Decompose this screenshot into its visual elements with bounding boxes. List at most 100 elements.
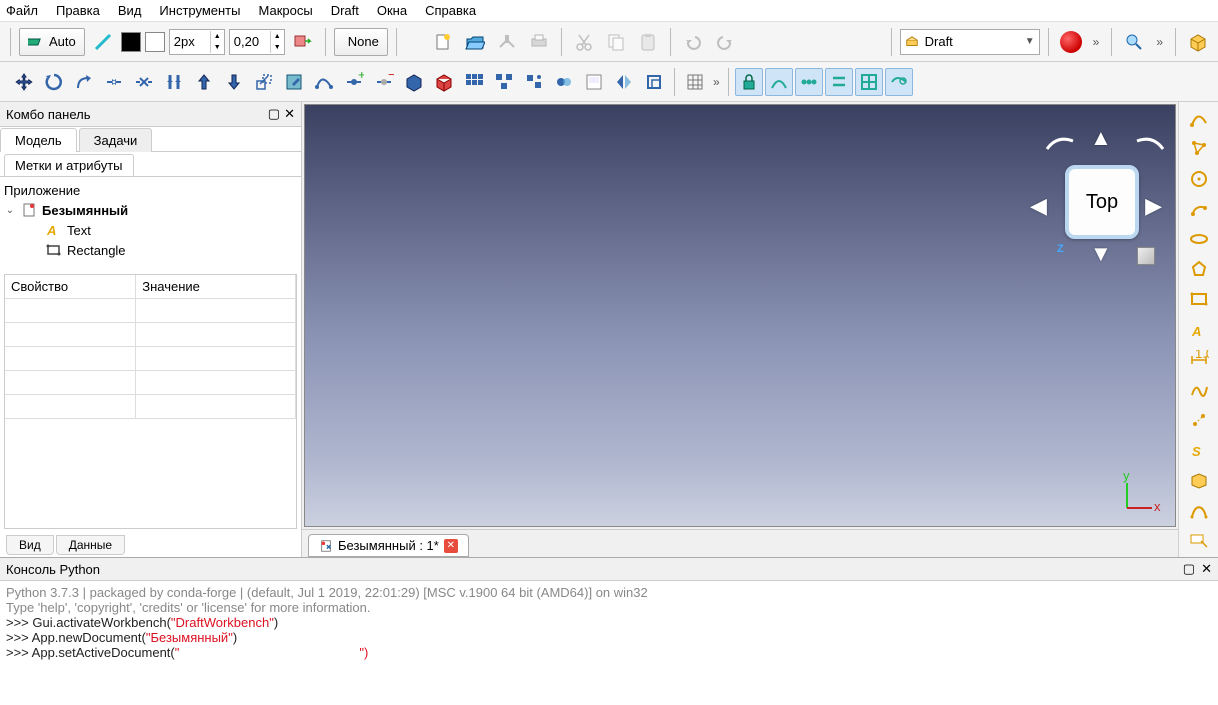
stretch-tool[interactable]: [130, 68, 158, 96]
autogroup-none-button[interactable]: None: [334, 28, 388, 56]
wire-to-bspline[interactable]: [310, 68, 338, 96]
apply-style-button[interactable]: [289, 28, 317, 56]
prop-tab-data[interactable]: Данные: [56, 535, 125, 555]
menu-file[interactable]: Файл: [6, 3, 38, 18]
mini-cube-icon[interactable]: [1137, 247, 1155, 265]
ellipse-tool[interactable]: [1184, 227, 1214, 251]
label-tool[interactable]: [1184, 529, 1214, 553]
font-size-spinner[interactable]: ▲▼: [229, 29, 285, 55]
redo-button[interactable]: [711, 28, 739, 56]
color-line-button[interactable]: [89, 28, 117, 56]
bspline-tool[interactable]: [1184, 378, 1214, 402]
construction-mode-button[interactable]: Auto: [19, 28, 85, 56]
tree-doc-node[interactable]: ⌄ Безымянный: [4, 200, 297, 220]
more-icon[interactable]: »: [1089, 35, 1104, 49]
menu-help[interactable]: Справка: [425, 3, 476, 18]
whats-this-button[interactable]: [1120, 28, 1148, 56]
upgrade-button[interactable]: [190, 68, 218, 96]
tree-item-rectangle[interactable]: Rectangle: [4, 240, 297, 260]
trimex-tool[interactable]: [100, 68, 128, 96]
font-size-input[interactable]: [230, 32, 270, 51]
spin-up[interactable]: ▲: [270, 31, 284, 42]
panel-close-icon[interactable]: ✕: [284, 106, 295, 122]
panel-float-icon[interactable]: ▢: [268, 106, 280, 122]
path-array-tool[interactable]: [490, 68, 518, 96]
nav-arrow-down-icon[interactable]: ▼: [1090, 241, 1112, 267]
snap-grid-toggle[interactable]: [855, 68, 883, 96]
drawing-tool[interactable]: [580, 68, 608, 96]
stretch-tool-2[interactable]: [640, 68, 668, 96]
polygon-tool[interactable]: [1184, 257, 1214, 281]
offset-tool[interactable]: [70, 68, 98, 96]
menu-view[interactable]: Вид: [118, 3, 142, 18]
shape-2d-view[interactable]: [400, 68, 428, 96]
point-array-tool[interactable]: [520, 68, 548, 96]
tree-item-text[interactable]: A Text: [4, 220, 297, 240]
document-tab[interactable]: Безымянный : 1* ✕: [308, 534, 469, 557]
move-tool[interactable]: [10, 68, 38, 96]
rectangle-tool[interactable]: [1184, 287, 1214, 311]
more-icon[interactable]: »: [711, 75, 722, 89]
snap-endpoint-toggle[interactable]: [765, 68, 793, 96]
spin-down[interactable]: ▼: [270, 42, 284, 53]
snap-parallel-toggle[interactable]: [825, 68, 853, 96]
tree-root[interactable]: Приложение: [4, 181, 297, 200]
downgrade-button[interactable]: [220, 68, 248, 96]
facebinder-tool[interactable]: [1184, 468, 1214, 492]
part-box-button[interactable]: [1184, 28, 1212, 56]
grid-toggle[interactable]: [681, 68, 709, 96]
array-tool[interactable]: [460, 68, 488, 96]
arc-tool[interactable]: [1184, 197, 1214, 221]
navigation-cube[interactable]: ▲ ◀ ▶ Top Z ▼: [1025, 115, 1165, 285]
scale-tool[interactable]: [250, 68, 278, 96]
mirror-tool[interactable]: [610, 68, 638, 96]
tab-tasks[interactable]: Задачи: [79, 128, 153, 152]
add-point-tool[interactable]: +: [340, 68, 368, 96]
rotate-tool[interactable]: [40, 68, 68, 96]
close-tab-icon[interactable]: ✕: [444, 539, 458, 553]
open-doc-button[interactable]: [461, 28, 489, 56]
panel-close-icon[interactable]: ✕: [1201, 561, 1212, 577]
shapestring-tool[interactable]: S: [1184, 438, 1214, 462]
edit-tool[interactable]: [280, 68, 308, 96]
panel-float-icon[interactable]: ▢: [1183, 561, 1195, 577]
menu-edit[interactable]: Правка: [56, 3, 100, 18]
save-doc-button[interactable]: [493, 28, 521, 56]
prop-tab-view[interactable]: Вид: [6, 535, 54, 555]
print-button[interactable]: [525, 28, 553, 56]
line-color-swatch[interactable]: [145, 32, 165, 52]
python-console-output[interactable]: Python 3.7.3 | packaged by conda-forge |…: [0, 581, 1218, 705]
wire-tool[interactable]: [1184, 136, 1214, 160]
line-width-spinner[interactable]: ▲▼: [169, 29, 225, 55]
spin-down[interactable]: ▼: [210, 42, 224, 53]
circle-tool[interactable]: [1184, 166, 1214, 190]
line-width-input[interactable]: [170, 32, 210, 51]
snap-midpoint-toggle[interactable]: [795, 68, 823, 96]
workbench-selector[interactable]: Draft ▼: [900, 29, 1040, 55]
snap-intersection-toggle[interactable]: [885, 68, 913, 96]
nav-arrow-left-icon[interactable]: ◀: [1030, 193, 1047, 219]
text-tool[interactable]: A: [1184, 317, 1214, 341]
face-color-swatch[interactable]: [121, 32, 141, 52]
menu-draft[interactable]: Draft: [331, 3, 359, 18]
cut-button[interactable]: [570, 28, 598, 56]
chevron-down-icon[interactable]: ⌄: [4, 205, 16, 216]
menu-windows[interactable]: Окна: [377, 3, 407, 18]
more-icon[interactable]: »: [1152, 35, 1167, 49]
nav-arrow-up-icon[interactable]: ▲: [1090, 125, 1112, 151]
paste-button[interactable]: [634, 28, 662, 56]
clone-tool[interactable]: [550, 68, 578, 96]
upgrade-tool[interactable]: [160, 68, 188, 96]
del-point-tool[interactable]: −: [370, 68, 398, 96]
snap-lock-toggle[interactable]: [735, 68, 763, 96]
subtab-labels[interactable]: Метки и атрибуты: [4, 154, 134, 176]
3d-viewport[interactable]: ▲ ◀ ▶ Top Z ▼ y x: [304, 104, 1176, 527]
line-tool[interactable]: [1184, 106, 1214, 130]
new-doc-button[interactable]: [429, 28, 457, 56]
menu-macros[interactable]: Макросы: [258, 3, 312, 18]
dimension-tool[interactable]: 1.00: [1184, 348, 1214, 372]
undo-button[interactable]: [679, 28, 707, 56]
draft-to-sketch[interactable]: [430, 68, 458, 96]
bezier-tool[interactable]: [1184, 499, 1214, 523]
nav-arrow-right-icon[interactable]: ▶: [1145, 193, 1162, 219]
